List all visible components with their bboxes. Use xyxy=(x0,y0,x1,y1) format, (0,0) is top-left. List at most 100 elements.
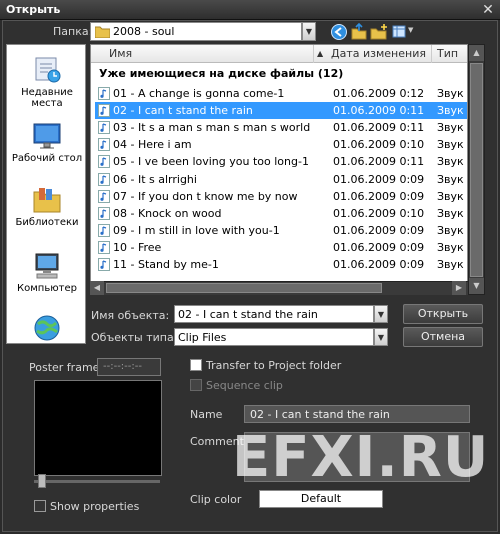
file-list[interactable]: Имя ▲ Дата изменения Тип Уже имеющиеся н… xyxy=(90,44,468,295)
title-bar: Открыть ✕ xyxy=(0,0,500,20)
list-item[interactable]: 04 - Here i am 01.06.2009 0:10 Звук в xyxy=(95,136,467,153)
scroll-down-icon[interactable]: ▼ xyxy=(469,278,484,294)
file-type: Звук в xyxy=(437,258,467,271)
audio-file-icon xyxy=(98,189,110,203)
clip-color-label: Clip color xyxy=(190,493,242,506)
file-date: 01.06.2009 0:09 xyxy=(333,240,425,254)
recent-places-icon xyxy=(30,55,64,85)
folder-combo[interactable]: 2008 - soul xyxy=(90,22,302,41)
audio-file-icon xyxy=(98,258,110,271)
network-globe-icon xyxy=(30,313,64,343)
file-type: Звук в xyxy=(437,121,467,135)
horizontal-scroll-thumb[interactable] xyxy=(106,283,382,293)
transfer-checkbox[interactable] xyxy=(190,359,202,371)
file-date: 01.06.2009 0:11 xyxy=(333,104,425,118)
audio-file-icon xyxy=(98,104,110,118)
back-icon[interactable] xyxy=(330,23,348,41)
place-recent-label: Недавние места xyxy=(21,87,73,109)
file-date: 01.06.2009 0:12 xyxy=(333,87,425,100)
list-item[interactable]: 08 - Knock on wood 01.06.2009 0:10 Звук в xyxy=(95,205,467,222)
file-name: 03 - It s a man s man s man s world xyxy=(113,121,311,135)
show-properties-checkbox[interactable] xyxy=(34,500,46,512)
folder-dropdown-arrow[interactable]: ▼ xyxy=(302,22,316,41)
poster-frame-timecode[interactable]: --:--:--:-- xyxy=(97,358,161,376)
view-menu-arrow-icon[interactable]: ▼ xyxy=(408,26,413,34)
poster-slider-thumb[interactable] xyxy=(38,474,46,488)
file-name: 06 - It s alrrighi xyxy=(113,172,197,186)
list-item[interactable]: 03 - It s a man s man s man s world 01.06… xyxy=(95,119,467,136)
folder-label: Папка: xyxy=(53,25,93,38)
file-name: 01 - A change is gonna come-1 xyxy=(113,87,285,100)
poster-frame-label: Poster frame xyxy=(29,361,100,374)
file-name: 09 - I m still in love with you-1 xyxy=(113,223,280,237)
file-name: 08 - Knock on wood xyxy=(113,206,222,220)
file-type: Звук в xyxy=(437,104,467,118)
list-item[interactable]: 05 - I ve been loving you too long-1 01.0… xyxy=(95,153,467,170)
file-name: 04 - Here i am xyxy=(113,138,192,152)
file-date: 01.06.2009 0:10 xyxy=(333,138,425,152)
object-type-select[interactable]: Clip Files xyxy=(174,328,374,346)
scroll-up-icon[interactable]: ▲ xyxy=(469,45,484,61)
new-folder-icon[interactable] xyxy=(370,23,388,41)
column-type[interactable]: Тип xyxy=(437,47,458,60)
place-libraries-label: Библиотеки xyxy=(15,217,79,228)
audio-file-icon xyxy=(98,240,110,254)
place-desktop[interactable]: Рабочий стол xyxy=(7,121,87,164)
file-type: Звук в xyxy=(437,172,467,186)
folder-value: 2008 - soul xyxy=(113,25,175,38)
place-computer[interactable]: Компьютер xyxy=(7,251,87,294)
column-name[interactable]: Имя xyxy=(109,47,132,60)
place-desktop-label: Рабочий стол xyxy=(11,153,83,164)
object-name-input[interactable]: 02 - I can t stand the rain xyxy=(174,305,374,323)
horizontal-scrollbar[interactable]: ◀ ▶ xyxy=(90,281,468,295)
file-type: Звук в xyxy=(437,189,467,203)
scroll-left-icon[interactable]: ◀ xyxy=(90,281,104,295)
poster-slider-track[interactable] xyxy=(34,480,160,483)
audio-file-icon xyxy=(98,121,110,135)
view-menu-icon[interactable] xyxy=(391,23,409,41)
window-title: Открыть xyxy=(6,3,61,16)
audio-file-icon xyxy=(98,172,110,186)
file-type: Звук в xyxy=(437,206,467,220)
folder-icon xyxy=(95,26,110,38)
place-network[interactable] xyxy=(7,313,87,345)
sort-arrow-icon: ▲ xyxy=(317,49,324,58)
file-name: 11 - Stand by me-1 xyxy=(113,258,219,271)
computer-icon xyxy=(30,251,64,281)
list-item[interactable]: 07 - If you don t know me by now 01.06.20… xyxy=(95,188,467,205)
cancel-button[interactable]: Отмена xyxy=(403,327,483,347)
list-header: Имя ▲ Дата изменения Тип xyxy=(91,45,467,63)
file-date: 01.06.2009 0:09 xyxy=(333,189,425,203)
clip-color-button[interactable]: Default xyxy=(259,490,383,508)
object-type-dropdown-arrow[interactable]: ▼ xyxy=(374,328,388,346)
close-icon[interactable]: ✕ xyxy=(480,2,496,18)
vertical-scrollbar[interactable]: ▲ ▼ xyxy=(468,44,485,295)
object-name-dropdown-arrow[interactable]: ▼ xyxy=(374,305,388,323)
places-bar: Недавние места Рабочий стол Библиотеки К… xyxy=(6,44,86,344)
poster-frame-value: --:--:--:-- xyxy=(103,361,142,372)
up-folder-icon[interactable] xyxy=(350,23,368,41)
file-type: Звук в xyxy=(437,138,467,152)
place-libraries[interactable]: Библиотеки xyxy=(7,185,87,228)
clip-name-input[interactable]: 02 - I can t stand the rain xyxy=(244,405,470,423)
column-date[interactable]: Дата изменения xyxy=(331,47,426,60)
list-item[interactable]: 11 - Stand by me-1 01.06.2009 0:09 Звук в xyxy=(95,256,467,273)
scroll-right-icon[interactable]: ▶ xyxy=(452,281,466,295)
list-item[interactable]: 06 - It s alrrighi 01.06.2009 0:09 Звук в xyxy=(95,171,467,188)
list-item[interactable]: 02 - I can t stand the rain 01.06.2009 0:… xyxy=(95,102,467,120)
file-type: Звук в xyxy=(437,240,467,254)
list-item[interactable]: 10 - Free 01.06.2009 0:09 Звук в xyxy=(95,239,467,256)
vertical-scroll-thumb[interactable] xyxy=(470,63,483,277)
list-item[interactable]: 01 - A change is gonna come-1 01.06.2009 … xyxy=(95,85,467,102)
file-type: Звук в xyxy=(437,87,467,100)
list-item[interactable]: 09 - I m still in love with you-1 01.06.2… xyxy=(95,222,467,239)
file-date: 01.06.2009 0:09 xyxy=(333,258,425,271)
group-header: Уже имеющиеся на диске файлы (12) xyxy=(99,67,344,80)
file-date: 01.06.2009 0:10 xyxy=(333,206,425,220)
place-recent[interactable]: Недавние места xyxy=(7,55,87,109)
file-name: 07 - If you don t know me by now xyxy=(113,189,298,203)
sequence-checkbox[interactable] xyxy=(190,379,202,391)
open-button[interactable]: Открыть xyxy=(403,304,483,324)
file-name: 02 - I can t stand the rain xyxy=(113,104,253,118)
object-type-label: Объекты типа: xyxy=(91,331,178,344)
